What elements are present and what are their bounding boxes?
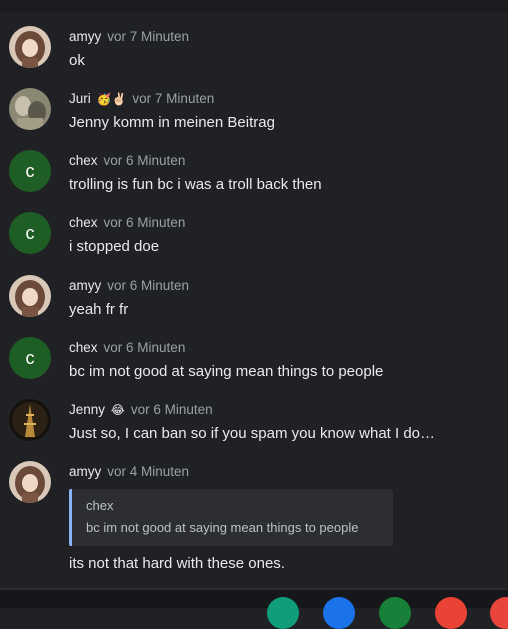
timestamp: vor 4 Minuten: [107, 464, 190, 479]
files-icon[interactable]: [323, 597, 355, 629]
amyy-avatar[interactable]: [9, 26, 51, 68]
top-bar: [0, 0, 508, 12]
author-name[interactable]: Jenny: [69, 402, 105, 417]
message-header: Jenny 😂 vor 6 Minuten: [69, 402, 213, 418]
timestamp: vor 6 Minuten: [103, 215, 186, 230]
quote-author: chex: [86, 498, 114, 513]
author-name[interactable]: amyy: [69, 278, 101, 293]
chat-feed: amyy vor 7 Minuten ok Juri 🥳✌🏻 vor 7 Minut…: [0, 12, 508, 588]
message-text: bc im not good at saying mean things to …: [69, 363, 384, 380]
message-header: chex vor 6 Minuten: [69, 340, 185, 356]
author-name[interactable]: chex: [69, 215, 98, 230]
author-name[interactable]: amyy: [69, 464, 101, 479]
meet-icon[interactable]: [267, 597, 299, 629]
name-emoji: 🥳✌🏻: [96, 92, 127, 106]
message-header: amyy vor 4 Minuten: [69, 464, 189, 480]
name-emoji: 😂: [110, 403, 125, 417]
message-text: Just so, I can ban so if you spam you kn…: [69, 425, 436, 442]
message-text: trolling is fun bc i was a troll back th…: [69, 176, 322, 193]
message-header: amyy vor 7 Minuten: [69, 29, 189, 45]
quoted-message[interactable]: chex bc im not good at saying mean thing…: [69, 489, 393, 546]
author-name[interactable]: chex: [69, 340, 98, 355]
message-header: chex vor 6 Minuten: [69, 215, 185, 231]
message-header: amyy vor 6 Minuten: [69, 278, 189, 294]
author-name[interactable]: amyy: [69, 29, 101, 44]
message-text: its not that hard with these ones.: [69, 555, 285, 572]
timestamp: vor 6 Minuten: [107, 278, 190, 293]
amyy-avatar[interactable]: [9, 461, 51, 503]
message-header: Juri 🥳✌🏻 vor 7 Minuten: [69, 91, 214, 107]
message-text: i stopped doe: [69, 238, 160, 255]
timestamp: vor 6 Minuten: [103, 153, 186, 168]
timestamp: vor 6 Minuten: [130, 402, 213, 417]
chex-avatar[interactable]: c: [9, 150, 51, 192]
timestamp: vor 6 Minuten: [103, 340, 186, 355]
author-name[interactable]: chex: [69, 153, 98, 168]
juri-avatar[interactable]: [9, 88, 51, 130]
amyy-avatar[interactable]: [9, 275, 51, 317]
chex-avatar[interactable]: c: [9, 337, 51, 379]
message-text: yeah fr fr: [69, 301, 129, 318]
chrome-icon[interactable]: [490, 597, 508, 629]
message-text: Jenny komm in meinen Beitrag: [69, 114, 275, 131]
message-text: ok: [69, 52, 85, 69]
jenny-avatar[interactable]: [9, 399, 51, 441]
quote-text: bc im not good at saying mean things to …: [86, 520, 359, 535]
message-header: chex vor 6 Minuten: [69, 153, 185, 169]
sheets-icon[interactable]: [379, 597, 411, 629]
taskbar: [0, 588, 508, 629]
timestamp: vor 7 Minuten: [107, 29, 190, 44]
author-name[interactable]: Juri: [69, 91, 91, 106]
quote-bar: [69, 489, 72, 546]
chrome-icon[interactable]: [435, 597, 467, 629]
timestamp: vor 7 Minuten: [132, 91, 215, 106]
chex-avatar[interactable]: c: [9, 212, 51, 254]
